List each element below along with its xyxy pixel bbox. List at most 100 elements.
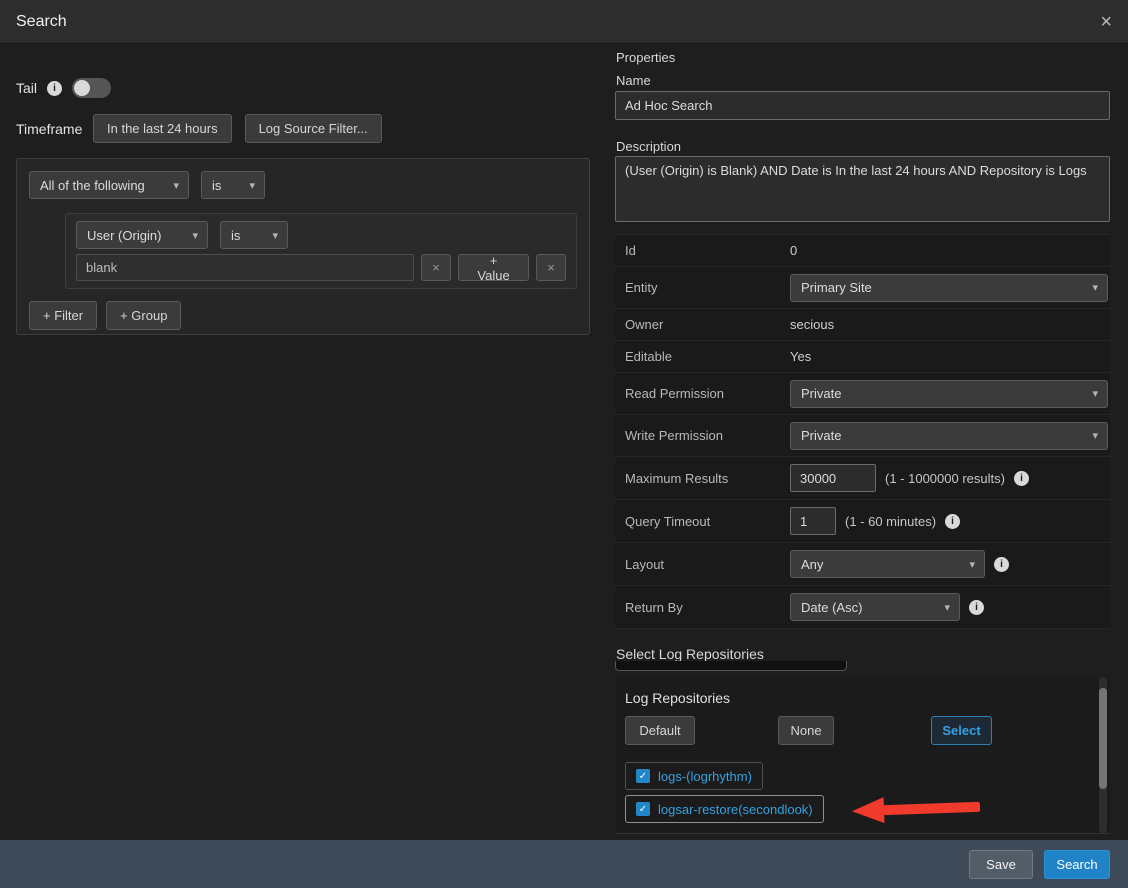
field-row: User (Origin) ▾ is ▾ — [76, 221, 566, 249]
select-log-repositories-label: Select Log Repositories — [616, 646, 764, 662]
search-dialog: Search × Tail i Timeframe In the last 24… — [0, 0, 1128, 840]
info-icon: i — [1014, 471, 1029, 486]
row-label: Id — [615, 243, 790, 258]
group-operator-value: All of the following — [40, 178, 145, 193]
repo-item-label: logs-(logrhythm) — [658, 769, 752, 784]
chevron-down-icon: ▾ — [944, 601, 950, 614]
repo-item-label: logsar-restore(secondlook) — [658, 802, 813, 817]
log-repositories-title: Log Repositories — [625, 690, 730, 706]
table-row-id: Id 0 — [615, 235, 1110, 267]
group-condition-value: is — [212, 178, 221, 193]
remove-filter-button[interactable]: × — [536, 254, 566, 281]
entity-select[interactable]: Primary Site ▾ — [790, 274, 1108, 302]
chevron-down-icon: ▾ — [969, 558, 975, 571]
field-condition-value: is — [231, 228, 240, 243]
tail-toggle[interactable] — [72, 78, 111, 98]
row-label: Owner — [615, 317, 790, 332]
chevron-down-icon: ▾ — [1092, 281, 1098, 294]
field-condition-select[interactable]: is ▾ — [220, 221, 288, 249]
tail-label: Tail — [16, 80, 37, 96]
row-label: Layout — [615, 557, 790, 572]
repositories-select-button[interactable]: Select — [931, 716, 992, 745]
filter-builder: All of the following ▾ is ▾ User (Origin… — [16, 158, 590, 335]
group-condition-select[interactable]: is ▾ — [201, 171, 265, 199]
arrow-head — [852, 797, 885, 824]
table-row-layout: Layout Any ▾ i — [615, 543, 1110, 586]
checkbox-checked-icon[interactable]: ✓ — [636, 802, 650, 816]
chevron-down-icon: ▾ — [1092, 387, 1098, 400]
properties-header: Properties — [616, 50, 675, 65]
table-row-query-timeout: Query Timeout (1 - 60 minutes) i — [615, 500, 1110, 543]
table-row-write-permission: Write Permission Private ▾ — [615, 415, 1110, 457]
chevron-down-icon: ▾ — [173, 179, 179, 192]
filter-condition-box: User (Origin) ▾ is ▾ × + Value × — [65, 213, 577, 289]
info-icon: i — [945, 514, 960, 529]
read-permission-select[interactable]: Private ▾ — [790, 380, 1108, 408]
timeframe-range-button[interactable]: In the last 24 hours — [93, 114, 232, 143]
log-source-filter-button[interactable]: Log Source Filter... — [245, 114, 382, 143]
layout-value: Any — [801, 557, 823, 572]
dialog-titlebar: Search × — [0, 0, 1128, 44]
name-label: Name — [616, 73, 651, 88]
chevron-down-icon: ▾ — [1092, 429, 1098, 442]
table-row-owner: Owner secious — [615, 309, 1110, 341]
row-label: Write Permission — [615, 428, 790, 443]
table-row-maximum-results: Maximum Results (1 - 1000000 results) i — [615, 457, 1110, 500]
info-icon: i — [47, 81, 62, 96]
read-permission-value: Private — [801, 386, 841, 401]
scrollbar-track[interactable] — [1099, 677, 1107, 833]
chevron-down-icon: ▾ — [192, 229, 198, 242]
add-group-button[interactable]: + Group — [106, 301, 181, 330]
layout-select[interactable]: Any ▾ — [790, 550, 985, 578]
add-filter-button[interactable]: + Filter — [29, 301, 97, 330]
close-icon[interactable]: × — [1100, 12, 1112, 32]
field-value: User (Origin) — [87, 228, 161, 243]
remove-value-button[interactable]: × — [421, 254, 451, 281]
checkbox-checked-icon[interactable]: ✓ — [636, 769, 650, 783]
write-permission-value: Private — [801, 428, 841, 443]
repositories-default-button[interactable]: Default — [625, 716, 695, 745]
filter-value-input[interactable] — [76, 254, 414, 281]
table-row-editable: Editable Yes — [615, 341, 1110, 373]
return-by-select[interactable]: Date (Asc) ▾ — [790, 593, 960, 621]
annotation-arrow-icon — [852, 794, 983, 825]
scrollbar-thumb[interactable] — [1099, 688, 1107, 789]
repo-item-logs-logrhythm[interactable]: ✓ logs-(logrhythm) — [625, 762, 763, 790]
save-button[interactable]: Save — [969, 850, 1033, 879]
group-operator-select[interactable]: All of the following ▾ — [29, 171, 189, 199]
return-by-value: Date (Asc) — [801, 600, 862, 615]
description-label: Description — [616, 139, 681, 154]
row-label: Maximum Results — [615, 471, 790, 486]
properties-table: Id 0 Entity Primary Site ▾ Owner secious… — [615, 234, 1110, 629]
maximum-results-input[interactable] — [790, 464, 876, 492]
description-textarea[interactable]: (User (Origin) is Blank) AND Date is In … — [615, 156, 1110, 222]
filter-group-row: All of the following ▾ is ▾ — [29, 171, 577, 199]
search-button[interactable]: Search — [1044, 850, 1110, 879]
repo-item-logsar-restore-secondlook[interactable]: ✓ logsar-restore(secondlook) — [625, 795, 824, 823]
row-value: secious — [790, 317, 834, 332]
filter-actions-row: + Filter + Group — [29, 301, 577, 330]
arrow-shaft — [882, 802, 980, 815]
query-timeout-input[interactable] — [790, 507, 836, 535]
tail-row: Tail i — [16, 78, 111, 98]
maximum-results-hint: (1 - 1000000 results) — [885, 471, 1005, 486]
info-icon: i — [969, 600, 984, 615]
row-label: Return By — [615, 600, 790, 615]
timeframe-row: Timeframe In the last 24 hours Log Sourc… — [16, 114, 382, 143]
add-value-button[interactable]: + Value — [458, 254, 529, 281]
row-label: Editable — [615, 349, 790, 364]
dialog-footer: Save Search — [0, 840, 1128, 888]
chevron-down-icon: ▾ — [249, 179, 255, 192]
repositories-none-button[interactable]: None — [778, 716, 834, 745]
table-row-entity: Entity Primary Site ▾ — [615, 267, 1110, 309]
row-label: Query Timeout — [615, 514, 790, 529]
clipped-field-edge — [615, 661, 847, 671]
query-timeout-hint: (1 - 60 minutes) — [845, 514, 936, 529]
write-permission-select[interactable]: Private ▾ — [790, 422, 1108, 450]
entity-value: Primary Site — [801, 280, 872, 295]
name-input[interactable] — [615, 91, 1110, 120]
field-select[interactable]: User (Origin) ▾ — [76, 221, 208, 249]
info-icon: i — [994, 557, 1009, 572]
chevron-down-icon: ▾ — [272, 229, 278, 242]
dialog-title: Search — [16, 13, 67, 31]
